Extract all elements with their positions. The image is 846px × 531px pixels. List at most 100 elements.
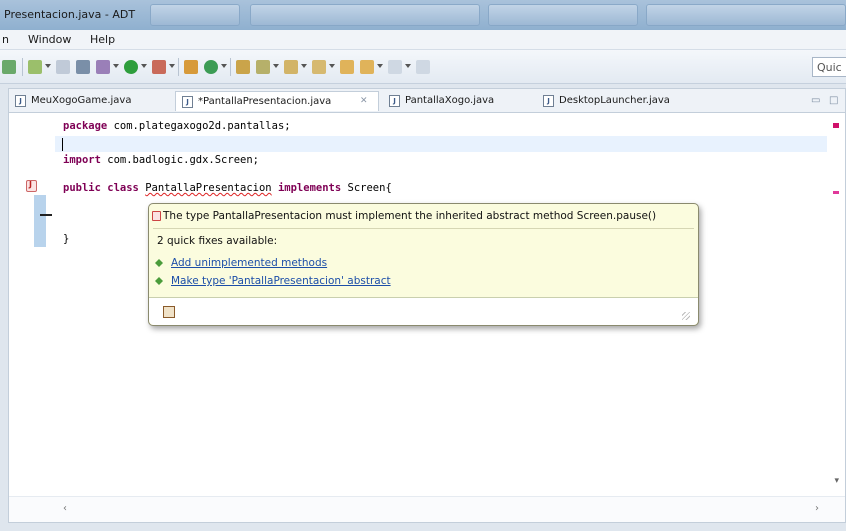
save-icon[interactable] xyxy=(28,60,42,74)
scroll-down-icon[interactable]: ▾ xyxy=(834,476,839,486)
error-marker-icon[interactable] xyxy=(26,180,37,192)
fix-label: Make type 'PantallaPresentacion' abstrac… xyxy=(171,275,391,287)
code-text: Screen{ xyxy=(341,182,392,194)
keyword: implements xyxy=(277,182,342,194)
code-text: com.badlogic.gdx.Screen; xyxy=(100,154,259,166)
tab-label: PantallaXogo.java xyxy=(405,95,495,106)
eclipse-window: Presentacion.java - ADT n Window Help Qu… xyxy=(0,0,846,531)
tab-meuxogogame[interactable]: J MeuXogoGame.java xyxy=(9,91,169,111)
popup-footer xyxy=(149,297,698,325)
taskbar-item[interactable] xyxy=(250,4,480,26)
menu-item-window[interactable]: Window xyxy=(28,33,71,46)
print-icon[interactable] xyxy=(56,60,70,74)
horizontal-scrollbar[interactable]: ‹ › xyxy=(9,496,845,522)
fix-add-unimplemented-methods[interactable]: Add unimplemented methods xyxy=(155,257,328,269)
dropdown-arrow-icon[interactable] xyxy=(141,64,147,68)
menu-bar: n Window Help xyxy=(0,30,846,50)
taskbar-item[interactable] xyxy=(646,4,846,26)
next-annotation-icon[interactable] xyxy=(312,60,326,74)
open-type-icon[interactable] xyxy=(236,60,250,74)
minimize-icon[interactable]: ▭ xyxy=(811,95,820,106)
dropdown-arrow-icon[interactable] xyxy=(273,64,279,68)
back-icon[interactable] xyxy=(340,60,354,74)
toolbar-separator xyxy=(22,58,23,76)
scroll-left-icon[interactable]: ‹ xyxy=(63,503,67,514)
java-file-icon: J xyxy=(389,95,400,107)
new-class-icon[interactable] xyxy=(204,60,218,74)
run-icon[interactable] xyxy=(124,60,138,74)
scroll-right-icon[interactable]: › xyxy=(815,503,819,514)
taskbar-item[interactable] xyxy=(150,4,240,26)
overview-ruler[interactable] xyxy=(827,113,843,495)
keyword: public xyxy=(63,182,101,194)
text-caret xyxy=(62,138,63,151)
java-file-icon: J xyxy=(543,95,554,107)
menu-item-partial[interactable]: n xyxy=(2,33,9,46)
error-icon xyxy=(152,211,161,221)
tab-pantallapresentacion[interactable]: J *PantallaPresentacion.java ✕ xyxy=(175,91,379,111)
code-text: com.plategaxogo2d.pantallas; xyxy=(107,120,291,132)
annotation-icon[interactable] xyxy=(284,60,298,74)
toolbar-icon[interactable] xyxy=(416,60,430,74)
quick-fix-popup: The type PantallaPresentacion must imple… xyxy=(148,203,699,326)
change-marker xyxy=(34,195,46,247)
quickfix-message: The type PantallaPresentacion must imple… xyxy=(163,210,657,222)
new-package-icon[interactable] xyxy=(184,60,198,74)
dropdown-arrow-icon[interactable] xyxy=(301,64,307,68)
quick-access-field[interactable]: Quic xyxy=(812,57,846,77)
toolbar: Quic xyxy=(0,50,846,84)
tab-desktoplauncher[interactable]: J DesktopLauncher.java xyxy=(537,91,717,111)
dropdown-arrow-icon[interactable] xyxy=(405,64,411,68)
java-file-icon: J xyxy=(15,95,26,107)
keyword: import xyxy=(63,154,101,166)
code-line-class: public class PantallaPresentacion implem… xyxy=(63,182,392,194)
popup-divider xyxy=(153,228,694,229)
pen-icon[interactable] xyxy=(256,60,270,74)
dropdown-arrow-icon[interactable] xyxy=(329,64,335,68)
maximize-icon[interactable]: □ xyxy=(829,95,838,106)
title-bar: Presentacion.java - ADT xyxy=(0,0,846,30)
forward-icon[interactable] xyxy=(360,60,374,74)
java-file-icon: J xyxy=(182,96,193,108)
current-line-highlight xyxy=(55,136,827,152)
error-overview-mark[interactable] xyxy=(833,191,839,194)
dropdown-arrow-icon[interactable] xyxy=(113,64,119,68)
toolbar-separator xyxy=(178,58,179,76)
tab-pantallaxogo[interactable]: J PantallaXogo.java xyxy=(383,91,533,111)
keyword: package xyxy=(63,120,108,132)
dropdown-arrow-icon[interactable] xyxy=(221,64,227,68)
code-text: } xyxy=(63,233,70,245)
quick-fix-icon xyxy=(155,259,163,267)
close-icon[interactable]: ✕ xyxy=(360,96,368,106)
new-icon[interactable] xyxy=(2,60,16,74)
tab-label: MeuXogoGame.java xyxy=(31,95,132,106)
external-tools-icon[interactable] xyxy=(152,60,166,74)
dropdown-arrow-icon[interactable] xyxy=(45,64,51,68)
taskbar-item[interactable] xyxy=(488,4,638,26)
tab-label: *PantallaPresentacion.java xyxy=(198,96,332,107)
editor-tab-bar: J MeuXogoGame.java J *PantallaPresentaci… xyxy=(8,88,846,112)
dropdown-arrow-icon[interactable] xyxy=(169,64,175,68)
editor-gutter xyxy=(9,113,55,495)
configure-problem-icon[interactable] xyxy=(163,306,175,318)
class-name[interactable]: PantallaPresentacion xyxy=(145,182,271,194)
code-line-close-brace: } xyxy=(63,233,69,245)
keyword: class xyxy=(107,182,139,194)
debug-icon[interactable] xyxy=(96,60,110,74)
tab-label: DesktopLauncher.java xyxy=(559,95,670,106)
quickfix-subtitle: 2 quick fixes available: xyxy=(157,235,278,247)
fix-label: Add unimplemented methods xyxy=(171,257,328,269)
dropdown-arrow-icon[interactable] xyxy=(377,64,383,68)
quick-fix-icon xyxy=(155,277,163,285)
toolbar-separator xyxy=(230,58,231,76)
window-title: Presentacion.java - ADT xyxy=(4,8,136,21)
fix-make-type-abstract[interactable]: Make type 'PantallaPresentacion' abstrac… xyxy=(155,275,391,287)
code-line-package: package com.plategaxogo2d.pantallas; xyxy=(63,120,291,132)
error-overview-mark[interactable] xyxy=(833,123,839,128)
line-marker xyxy=(40,214,52,216)
resize-grip[interactable] xyxy=(682,312,690,320)
wand-icon[interactable] xyxy=(76,60,90,74)
code-line-import: import com.badlogic.gdx.Screen; xyxy=(63,154,259,166)
menu-item-help[interactable]: Help xyxy=(90,33,115,46)
pin-icon[interactable] xyxy=(388,60,402,74)
